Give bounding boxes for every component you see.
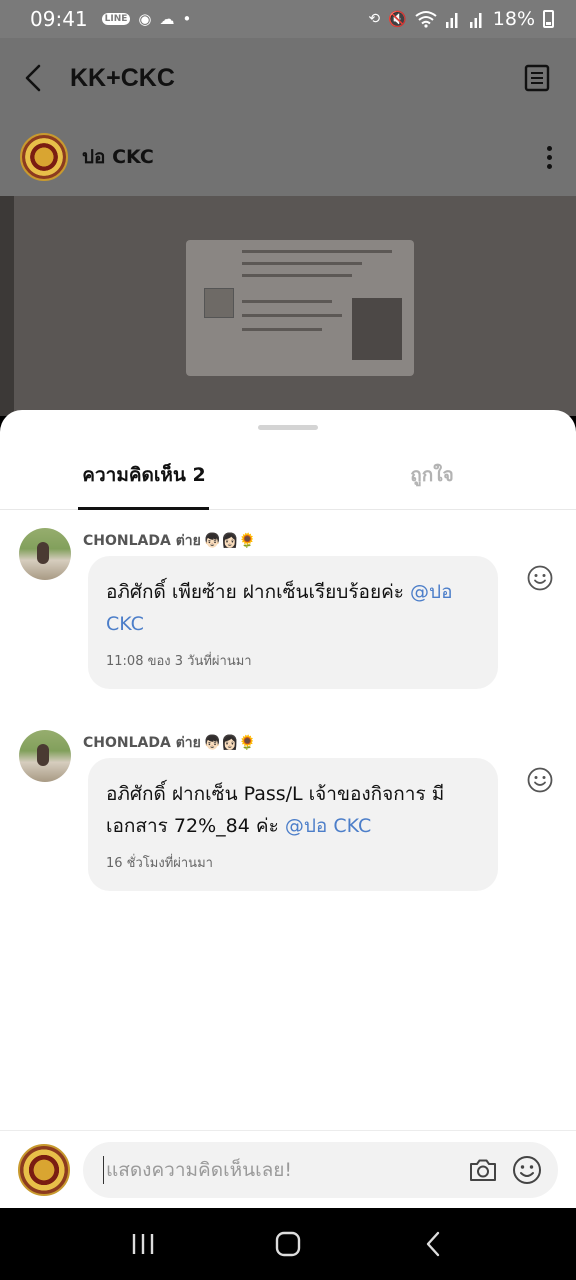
cloud-icon: ☁: [159, 10, 175, 28]
comment-bubble[interactable]: อภิศักดิ์ เพียซ้าย ฝากเซ็นเรียบร้อยค่ะ @…: [88, 556, 498, 689]
comment-body: อภิศักดิ์ เพียซ้าย ฝากเซ็นเรียบร้อยค่ะ: [106, 581, 411, 603]
battery-icon: [543, 10, 554, 28]
card-text-line: [242, 250, 392, 253]
smile-icon[interactable]: [512, 1155, 542, 1185]
comment-author-name: CHONLADA ต่าย: [83, 735, 201, 751]
comment-text: อภิศักดิ์ ฝากเซ็น Pass/L เจ้าของกิจการ ม…: [106, 778, 482, 842]
chrome-icon: ◉: [138, 10, 152, 28]
comment-author[interactable]: CHONLADA ต่าย 👦🏻👩🏻🌻: [83, 732, 256, 754]
tab-likes[interactable]: ถูกใจ: [288, 440, 576, 509]
card-text-line: [242, 314, 342, 317]
comment-author-emoji: 👦🏻👩🏻🌻: [203, 533, 257, 549]
card-text-line: [242, 274, 352, 277]
comment-input-bar: [0, 1130, 576, 1208]
notes-icon[interactable]: [522, 63, 552, 93]
wifi-icon: [415, 11, 437, 28]
line-icon: LINE: [101, 13, 131, 25]
post-author-row: ปอ CKC: [0, 118, 576, 196]
back-icon[interactable]: [413, 1224, 453, 1264]
battery-percent: 18%: [492, 8, 535, 30]
comment-text: อภิศักดิ์ เพียซ้าย ฝากเซ็นเรียบร้อยค่ะ @…: [106, 576, 482, 640]
avatar[interactable]: [19, 528, 71, 580]
comment-body: อภิศักดิ์ ฝากเซ็น Pass/L เจ้าของกิจการ ม…: [106, 783, 445, 837]
comment-time: 11:08 ของ 3 วันที่ผ่านมา: [106, 654, 252, 669]
post-photo[interactable]: [0, 196, 576, 416]
card-portrait: [352, 298, 402, 360]
avatar[interactable]: [20, 133, 68, 181]
comments-sheet: ความคิดเห็น 2 ถูกใจ CHONLADA ต่าย 👦🏻👩🏻🌻 …: [0, 410, 576, 1208]
status-bar: 09:41 LINE ◉ ☁ • ⟲ 🔇 18%: [0, 0, 576, 38]
sheet-tabs: ความคิดเห็น 2 ถูกใจ: [0, 440, 576, 510]
chevron-left-icon[interactable]: [24, 58, 54, 98]
avatar[interactable]: [19, 730, 71, 782]
comment-input-box: [83, 1141, 558, 1198]
card-text-line: [242, 262, 362, 265]
card-text-line: [242, 328, 322, 331]
comment-time: 16 ชั่วโมงที่ผ่านมา: [106, 856, 213, 871]
more-vertical-icon[interactable]: [542, 145, 556, 169]
system-icons: ⟲ 🔇 18%: [368, 8, 554, 30]
card-chip: [204, 288, 234, 318]
home-icon[interactable]: [268, 1224, 308, 1264]
header: KK+CKC: [0, 38, 576, 118]
comment-input[interactable]: [103, 1155, 454, 1184]
comment-author-name: CHONLADA ต่าย: [83, 533, 201, 549]
smile-icon[interactable]: [527, 565, 553, 591]
dot-icon: •: [182, 10, 192, 28]
comment-author[interactable]: CHONLADA ต่าย 👦🏻👩🏻🌻: [83, 530, 256, 552]
drag-handle[interactable]: [258, 425, 318, 430]
sync-icon: ⟲: [368, 11, 381, 27]
system-nav-bar: [0, 1208, 576, 1280]
notification-icons: LINE ◉ ☁ •: [101, 10, 192, 28]
tab-comments[interactable]: ความคิดเห็น 2: [0, 440, 288, 510]
recents-icon[interactable]: [123, 1224, 163, 1264]
camera-icon[interactable]: [468, 1155, 498, 1185]
page-title: KK+CKC: [70, 63, 175, 92]
card-text-line: [242, 300, 332, 303]
id-card-image: [186, 240, 414, 376]
mute-icon: 🔇: [388, 10, 407, 28]
mention-link[interactable]: @ปอ CKC: [285, 815, 371, 837]
status-time: 09:41: [30, 7, 88, 31]
post-author-name[interactable]: ปอ CKC: [82, 142, 154, 172]
avatar: [18, 1143, 70, 1196]
signal-icon: [445, 13, 458, 28]
signal-icon: [469, 13, 482, 28]
smile-icon[interactable]: [527, 767, 553, 793]
comment-author-emoji: 👦🏻👩🏻🌻: [203, 735, 257, 751]
comment-bubble[interactable]: อภิศักดิ์ ฝากเซ็น Pass/L เจ้าของกิจการ ม…: [88, 758, 498, 891]
